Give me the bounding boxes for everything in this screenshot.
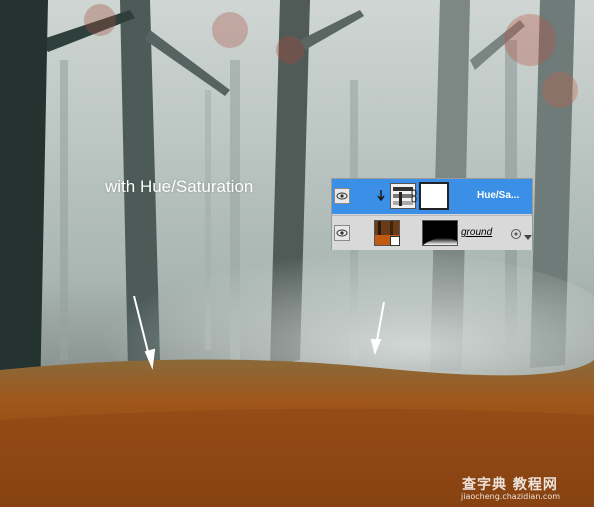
- chain-link-icon: [411, 189, 417, 203]
- caption-text: with Hue/Saturation: [105, 177, 254, 196]
- layer-name-ground[interactable]: ground: [461, 227, 492, 238]
- watermark-logo: 查字典 教程网: [462, 477, 558, 493]
- layers-panel: Hue/Sa... ground: [331, 178, 533, 250]
- eye-icon[interactable]: [334, 225, 350, 241]
- layer-style-icon[interactable]: [510, 227, 522, 239]
- eye-icon[interactable]: [334, 188, 350, 204]
- layer-row-hue-saturation[interactable]: Hue/Sa...: [332, 179, 532, 214]
- watermark-url: jiaocheng.chazidian.com: [461, 492, 561, 501]
- layer-mask-thumbnail[interactable]: [422, 220, 458, 246]
- forest-background: [0, 0, 594, 507]
- layer-row-ground[interactable]: ground: [332, 215, 532, 250]
- layer-mask-thumbnail[interactable]: [419, 182, 449, 210]
- layer-name-hue-saturation[interactable]: Hue/Sa...: [477, 190, 519, 201]
- smart-object-icon: [390, 236, 400, 246]
- dropdown-triangle-icon[interactable]: [524, 228, 532, 240]
- clipping-arrow-icon: [376, 189, 386, 203]
- canvas-scene: with Hue/Saturation Hue/Sa... ground 查字典…: [0, 0, 594, 507]
